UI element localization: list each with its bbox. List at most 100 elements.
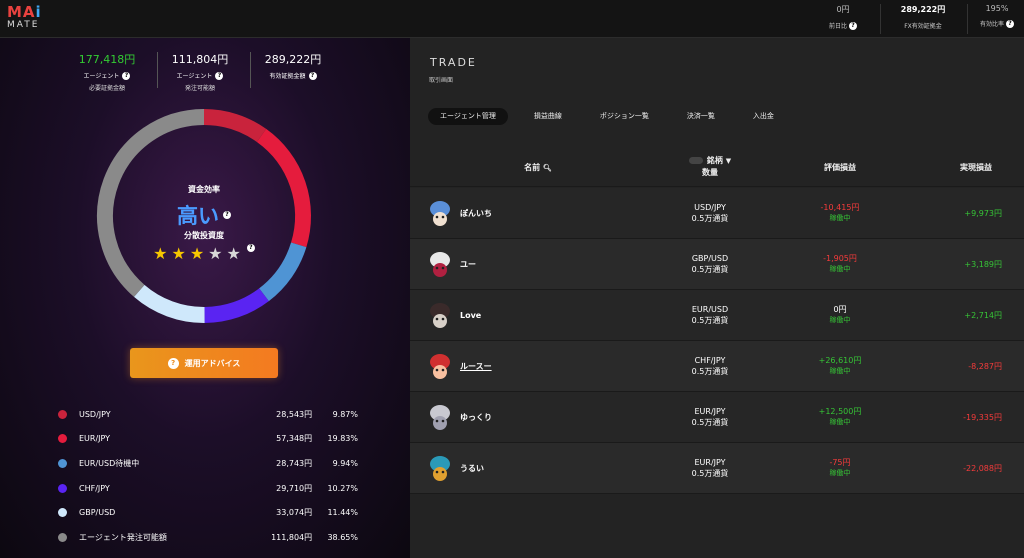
help-icon[interactable]: ? [308, 71, 317, 80]
legend-item: CHF/JPY 29,710円 10.27% [58, 476, 358, 501]
symbol-pair: EUR/JPY [694, 407, 726, 416]
logo-i: i [35, 3, 42, 21]
agent-realized: -19,335円 [963, 413, 1002, 422]
unrealized-value: -75円 [829, 458, 851, 467]
advice-button[interactable]: ? 運用アドバイス [130, 348, 278, 378]
star-icon: ★ [226, 244, 241, 263]
dragon-avatar [430, 456, 450, 481]
legend-percent: 38.65% [327, 532, 358, 542]
help-icon[interactable]: ? [215, 71, 224, 80]
trade-subtitle: 取引画面 [429, 77, 454, 84]
rabbit-avatar [430, 405, 450, 430]
top-stat-ratio: 195% 有効比率? [962, 4, 1024, 28]
tab-1[interactable]: 損益曲線 [522, 108, 574, 125]
legend-dot [58, 508, 67, 518]
legend-item: EUR/JPY 57,348円 19.83% [58, 427, 358, 452]
unrealized-value: 0円 [833, 305, 847, 314]
legend-name: USD/JPY [79, 409, 111, 419]
agent-symbol: USD/JPY 0.5万通貨 [660, 202, 760, 224]
top-stat-value: 0円 [836, 5, 850, 14]
header-name[interactable]: 名前 🔍︎ [508, 162, 568, 173]
legend-name: CHF/JPY [79, 483, 110, 493]
table-row[interactable]: うるい EUR/JPY 0.5万通貨 -75円 稼働中 -22,088円 [410, 443, 1024, 494]
diversity-rating: ★ ★ ★ ★ ★? [94, 244, 314, 263]
agent-symbol: EUR/USD 0.5万通貨 [660, 304, 760, 326]
status-label: 稼働中 [829, 316, 851, 324]
sort-toggle-icon[interactable] [688, 157, 703, 164]
app-logo[interactable]: MAi MATE [7, 5, 42, 30]
table-row[interactable]: ぽんいち USD/JPY 0.5万通貨 -10,415円 稼働中 +9,973円 [410, 188, 1024, 239]
advice-label: 運用アドバイス [184, 358, 241, 368]
symbol-qty: 0.5万通貨 [691, 265, 729, 274]
agent-realized: +9,973円 [964, 209, 1002, 218]
help-icon[interactable]: ? [1006, 19, 1014, 28]
symbol-pair: GBP/USD [691, 254, 729, 263]
legend-amount: 33,074円 [276, 508, 313, 518]
star-icon: ★ [189, 244, 205, 263]
table-row[interactable]: Love EUR/USD 0.5万通貨 0円稼働中 +2,714円 [410, 290, 1024, 341]
legend-percent: 10.27% [327, 483, 358, 493]
legend-percent: 9.94% [332, 458, 358, 468]
legend-percent: 9.87% [332, 409, 358, 419]
agent-name[interactable]: うるい [460, 443, 484, 494]
legend-amount: 28,743円 [276, 458, 313, 468]
agent-unrealized: -10,415円 稼働中 [790, 202, 890, 224]
table-row[interactable]: ユー GBP/USD 0.5万通貨 -1,905円 稼働中 +3,189円 [410, 239, 1024, 290]
stat-value: 289,222円 [264, 53, 322, 66]
stat-value: 177,418円 [78, 53, 136, 66]
symbol-qty: 0.5万通貨 [691, 469, 729, 478]
status-label: 稼働中 [829, 265, 851, 273]
agent-unrealized: +12,500円 稼働中 [790, 406, 890, 428]
agent-realized: -8,287円 [968, 362, 1002, 371]
unrealized-value: +26,610円 [818, 356, 862, 365]
agent-symbol: GBP/USD 0.5万通貨 [660, 253, 760, 275]
symbol-pair: EUR/USD [691, 305, 729, 314]
stat-label: エージェント [83, 73, 120, 80]
search-icon[interactable]: 🔍︎ [543, 164, 552, 172]
table-row[interactable]: ゆっくり EUR/JPY 0.5万通貨 +12,500円 稼働中 -19,335円 [410, 392, 1024, 443]
legend-percent: 11.44% [327, 508, 358, 518]
top-stat-daily-change: 0円 前日比? [808, 4, 878, 30]
agent-realized: +2,714円 [964, 311, 1002, 320]
status-label: 稼働中 [829, 367, 851, 375]
agent-name[interactable]: ぽんいち [460, 188, 492, 239]
agent-symbol: EUR/JPY 0.5万通貨 [660, 457, 760, 479]
agent-name[interactable]: ゆっくり [460, 392, 492, 443]
agent-name[interactable]: ユー [460, 239, 476, 290]
table-header: 名前 🔍︎ 銘柄 ▼ 数量 評価損益 実現損益 [410, 145, 1024, 187]
unrealized-value: -10,415円 [820, 203, 860, 212]
header-symbol-label: 銘柄 [706, 156, 723, 165]
help-icon[interactable]: ? [122, 71, 131, 80]
agent-realized: -22,088円 [963, 464, 1002, 473]
header-symbol[interactable]: 銘柄 ▼ 数量 [666, 155, 754, 179]
top-bar: MAi MATE 0円 前日比? 289,222円 FX有効証拠金 195% 有… [0, 0, 1024, 38]
help-icon[interactable]: ? [849, 21, 857, 30]
logo-ma: MA [7, 3, 36, 21]
agent-name[interactable]: Love [460, 290, 481, 341]
help-icon[interactable]: ? [246, 244, 255, 252]
tab-4[interactable]: 入出金 [741, 108, 786, 125]
filter-icon[interactable]: ▼ [726, 157, 731, 165]
legend-item: GBP/USD 33,074円 11.44% [58, 500, 358, 525]
tab-2[interactable]: ポジション一覧 [588, 108, 661, 125]
legend-percent: 19.83% [327, 434, 358, 444]
tab-3[interactable]: 決済一覧 [675, 108, 727, 125]
efficiency-value: 高い [177, 204, 219, 228]
agent-realized: +3,189円 [964, 260, 1002, 269]
legend-dot [58, 458, 67, 468]
tab-0[interactable]: エージェント管理 [428, 108, 508, 125]
symbol-pair: EUR/JPY [694, 458, 726, 467]
table-row[interactable]: ルースー CHF/JPY 0.5万通貨 +26,610円 稼働中 -8,287円 [410, 341, 1024, 392]
portfolio-panel: 177,418円 エージェント? 必要証拠金額 111,804円 エージェント?… [0, 38, 410, 558]
top-stat-label: 有効比率 [979, 21, 1004, 28]
header-name-label: 名前 [524, 163, 541, 172]
help-icon[interactable]: ? [223, 211, 231, 219]
agent-unrealized: +26,610円 稼働中 [790, 355, 890, 377]
stat-sublabel: 発注可能額 [184, 85, 215, 92]
star-icon: ★ [208, 244, 223, 263]
legend-name: GBP/USD [79, 508, 116, 518]
agent-name[interactable]: ルースー [460, 341, 492, 392]
symbol-qty: 0.5万通貨 [691, 367, 729, 376]
trade-panel: TRADE 取引画面 エージェント管理 損益曲線 ポジション一覧 決済一覧 入出金 名前… [410, 38, 1024, 558]
header-unrealized: 評価損益 [824, 163, 856, 172]
